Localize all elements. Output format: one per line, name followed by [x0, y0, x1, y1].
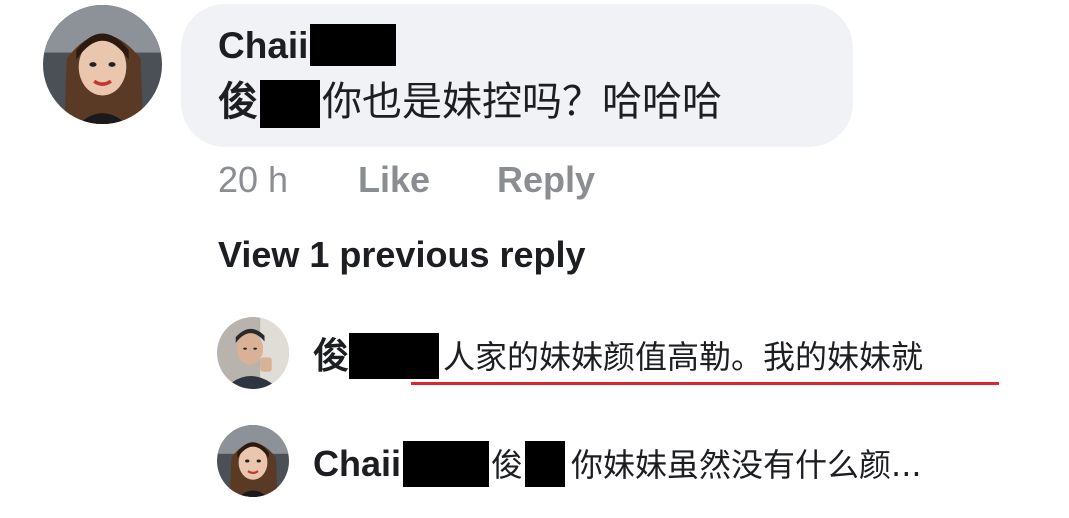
- reply-item: Chaii 俊 你妹妹虽然没有什么颜...: [313, 441, 922, 488]
- reply-author[interactable]: 俊: [313, 335, 349, 376]
- reply-item: 俊 人家的妹妹颜值高勒。我的妹妹就: [313, 333, 923, 380]
- comment-text: 你也是妹控吗？哈哈哈: [322, 79, 722, 125]
- comment-mention[interactable]: 俊: [218, 79, 258, 125]
- comment-actions: 20 h Like Reply: [218, 158, 595, 202]
- redaction-box: [525, 441, 566, 487]
- like-button[interactable]: Like: [358, 158, 497, 202]
- comment-timestamp[interactable]: 20 h: [218, 158, 358, 202]
- woman-avatar-icon: [217, 425, 289, 497]
- view-previous-replies-link[interactable]: View 1 previous reply: [218, 233, 586, 277]
- commenter-avatar[interactable]: [43, 5, 162, 124]
- woman-avatar-icon: [43, 5, 162, 124]
- reply-text: 人家的妹妹颜值高勒。我的妹妹就: [443, 338, 924, 376]
- comment-thread: Chaii 俊 你也是妹控吗？哈哈哈 20 h Like Reply View 1 p…: [0, 0, 1069, 518]
- reply-author[interactable]: Chaii: [313, 443, 401, 484]
- reply-button[interactable]: Reply: [497, 158, 595, 202]
- redaction-box: [403, 441, 490, 487]
- comment-body: 俊 你也是妹控吗？哈哈哈: [218, 76, 722, 128]
- redaction-box: [349, 333, 440, 379]
- comment-author-name: Chaii: [218, 25, 309, 66]
- redaction-box: [310, 24, 397, 66]
- comment-author[interactable]: Chaii: [218, 24, 397, 68]
- reply-text: 你妹妹虽然没有什么颜...: [571, 446, 922, 484]
- spellcheck-underline: [411, 382, 999, 385]
- reply-avatar[interactable]: [217, 425, 289, 497]
- reply-avatar[interactable]: [217, 317, 289, 389]
- man-avatar-icon: [217, 317, 289, 389]
- reply-mention[interactable]: 俊: [491, 446, 523, 484]
- redaction-box: [260, 80, 320, 128]
